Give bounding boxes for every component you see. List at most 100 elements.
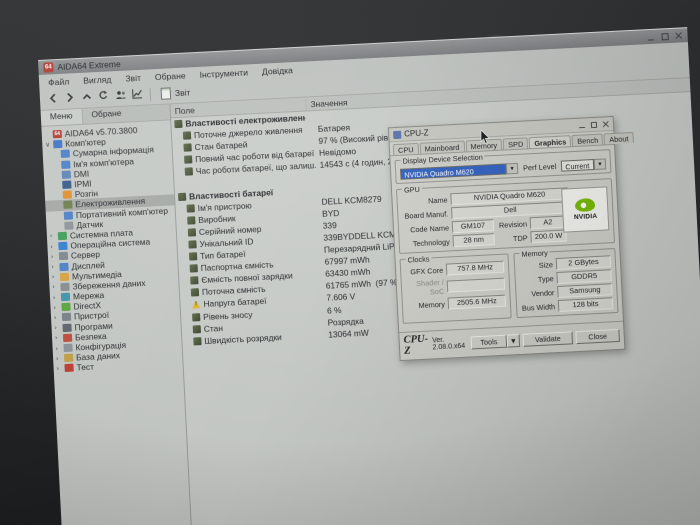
chevron-down-icon[interactable]: ▼ xyxy=(594,158,607,170)
server-icon xyxy=(59,252,68,260)
power-icon xyxy=(190,264,198,272)
menu-item-tools[interactable]: Інструменти xyxy=(192,66,255,81)
aida64-icon: 64 xyxy=(53,130,62,138)
computer-icon xyxy=(53,140,62,148)
config-icon xyxy=(63,344,72,352)
forward-button[interactable] xyxy=(61,90,79,107)
technology-label: Technology xyxy=(404,237,450,248)
maximize-icon[interactable] xyxy=(661,33,668,40)
chevron-down-icon[interactable]: ▼ xyxy=(506,163,519,175)
menu-item-favorites[interactable]: Обране xyxy=(148,69,193,83)
power-icon xyxy=(192,313,200,321)
cpuz-window-title: CPU-Z xyxy=(404,128,429,138)
gfx-core-label: GFX Core xyxy=(405,265,443,276)
close-icon[interactable] xyxy=(675,32,682,39)
gpu-group: GPU NVIDIA Name NVIDIA Quadro M620 Board… xyxy=(396,178,615,254)
power-icon xyxy=(188,228,196,236)
value-cell: BYD xyxy=(318,208,340,219)
mem-size-label: Size xyxy=(519,260,553,271)
power-icon xyxy=(186,204,194,212)
power-icon xyxy=(188,240,196,248)
board-manuf-label: Board Manuf. xyxy=(402,209,448,220)
cpuz-window: CPU-Z CPUMainboardMemorySPDGraphicsBench… xyxy=(388,116,626,361)
power-icon xyxy=(178,192,186,200)
photo-of-laptop-screen: 64 AIDA64 Extreme ФайлВиглядЗвітОбранеІн… xyxy=(0,0,700,525)
bus-width-label: Bus Width xyxy=(521,302,555,313)
value-cell: 6 % xyxy=(323,305,342,316)
cpuz-tab-memory[interactable]: Memory xyxy=(465,139,502,152)
technology-value: 28 nm xyxy=(452,233,495,247)
power-icon xyxy=(187,216,195,224)
summary-icon xyxy=(61,150,70,158)
tdp-value: 200.0 W xyxy=(530,229,567,243)
cpuz-tab-spd[interactable]: SPD xyxy=(503,137,529,149)
chart-button[interactable] xyxy=(129,87,147,104)
gfx-core-value: 757.8 MHz xyxy=(446,261,505,276)
tools-button[interactable]: Tools xyxy=(471,334,508,349)
group-label: Clocks xyxy=(405,254,431,264)
report-button[interactable]: Звіт xyxy=(155,85,197,101)
perf-level-combo[interactable]: Current ▼ xyxy=(561,158,606,171)
power-icon xyxy=(191,289,199,297)
aida64-window-title: AIDA64 Extreme xyxy=(57,59,121,72)
group-label: Display Device Selection xyxy=(400,153,485,166)
minimize-icon[interactable] xyxy=(647,33,654,40)
up-button[interactable] xyxy=(78,89,96,106)
clock-memory-label: Memory xyxy=(407,299,445,310)
mem-type-value: GDDR5 xyxy=(556,269,612,284)
group-label: Memory xyxy=(519,248,550,259)
sidebar-item-label: DMI xyxy=(74,168,90,179)
close-button[interactable]: Close xyxy=(575,328,620,343)
menu-item-help[interactable]: Довідка xyxy=(255,63,300,77)
power-icon xyxy=(63,201,72,209)
power-icon xyxy=(190,276,198,284)
cpuz-tab-cpu[interactable]: CPU xyxy=(393,143,419,155)
motherboard-icon xyxy=(58,232,67,240)
users-button[interactable] xyxy=(112,87,130,104)
mem-size-value: 2 GBytes xyxy=(556,255,612,270)
field-label: Виробник xyxy=(198,213,236,225)
validate-button[interactable]: Validate xyxy=(522,331,573,347)
menu-item-report[interactable]: Звіт xyxy=(118,71,148,84)
menu-item-view[interactable]: Вигляд xyxy=(76,72,119,86)
power-icon xyxy=(174,120,182,128)
close-icon[interactable] xyxy=(603,121,609,127)
storage-icon xyxy=(60,283,69,291)
nvidia-logo: NVIDIA xyxy=(561,186,609,232)
security-icon xyxy=(63,333,72,341)
minimize-icon[interactable] xyxy=(579,122,585,128)
sidebar-tab-favorites[interactable]: Обране xyxy=(82,106,131,123)
cpuz-tab-bench[interactable]: Bench xyxy=(572,134,603,147)
multimedia-icon xyxy=(60,272,69,280)
warning-icon: ! xyxy=(191,301,200,309)
sidebar-tab-menu[interactable]: Меню xyxy=(41,109,83,126)
gpu-name-label: Name xyxy=(401,195,447,206)
display-device-combo[interactable]: NVIDIA Quadro M620 ▼ xyxy=(400,163,518,180)
group-label: GPU xyxy=(402,185,422,195)
cpuz-version: Ver. 2.08.0.x64 xyxy=(432,336,467,352)
refresh-button[interactable] xyxy=(95,88,113,105)
revision-label: Revision xyxy=(497,219,527,230)
cpuz-tab-graphics[interactable]: Graphics xyxy=(529,135,572,148)
column-header-value[interactable]: Значення xyxy=(306,97,347,109)
computer-name-icon xyxy=(61,160,70,168)
directx-icon xyxy=(61,303,70,311)
tools-dropdown-button[interactable]: ▼ xyxy=(506,333,520,347)
laptop-screen: 64 AIDA64 Extreme ФайлВиглядЗвітОбранеІн… xyxy=(38,27,700,525)
bus-width-value: 128 bits xyxy=(558,297,614,312)
report-icon xyxy=(161,87,172,99)
test-icon xyxy=(64,364,73,372)
code-name-label: Code Name xyxy=(403,223,449,234)
sidebar-tree: 64AIDA64 v5.70.3800∨Комп'ютерСумарна інф… xyxy=(41,120,192,525)
shader-label: Shader / SoC xyxy=(406,278,445,298)
nvidia-eye-icon xyxy=(575,198,596,212)
ipmi-icon xyxy=(62,181,71,189)
mem-type-label: Type xyxy=(520,274,554,285)
back-button[interactable] xyxy=(44,91,62,108)
maximize-icon[interactable] xyxy=(591,121,597,127)
cpuz-tab-mainboard[interactable]: Mainboard xyxy=(419,141,464,154)
menu-item-file[interactable]: Файл xyxy=(41,75,77,89)
back-icon xyxy=(47,90,58,108)
sidebar-item-label: Тест xyxy=(76,362,94,373)
cpuz-tab-about[interactable]: About xyxy=(604,132,634,144)
